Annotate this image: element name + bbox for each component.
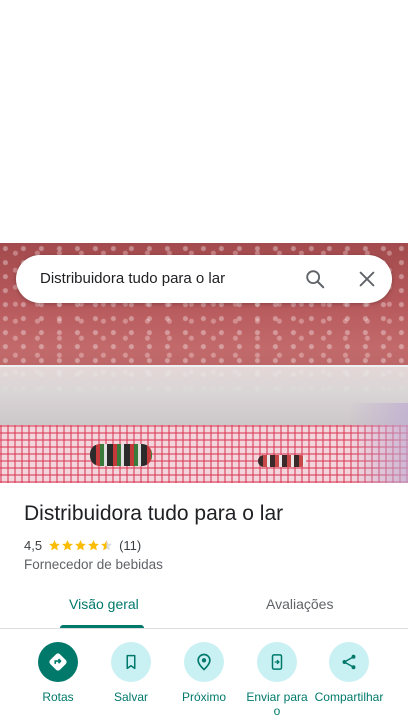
- half-star-icon: [101, 539, 112, 550]
- share-button[interactable]: Compartilhar: [312, 640, 386, 704]
- place-category: Fornecedor de bebidas: [24, 557, 163, 572]
- share-label: Compartilhar: [314, 690, 384, 704]
- place-title: Distribuidora tudo para o lar: [24, 502, 284, 525]
- close-icon[interactable]: [356, 268, 378, 290]
- rating-stars: [48, 539, 113, 552]
- action-bar: Rotas Salvar Próximo Enviar para o Compa…: [0, 640, 408, 726]
- directions-icon: [38, 642, 78, 682]
- directions-button[interactable]: Rotas: [21, 640, 95, 704]
- nearby-icon: [184, 642, 224, 682]
- share-icon: [329, 642, 369, 682]
- send-to-phone-button[interactable]: Enviar para o: [240, 640, 314, 718]
- map-area[interactable]: [0, 0, 408, 243]
- search-bar[interactable]: Distribuidora tudo para o lar: [16, 255, 392, 303]
- tab-overview[interactable]: Visão geral: [69, 596, 139, 612]
- rating-row[interactable]: 4,5 (11): [24, 536, 141, 554]
- nearby-label: Próximo: [181, 690, 226, 704]
- rating-value: 4,5: [24, 537, 43, 553]
- send-to-phone-icon: [257, 642, 297, 682]
- photo-pattern: [90, 444, 152, 466]
- star-icon: [88, 539, 99, 550]
- place-tabs: Visão geral Avaliações: [0, 588, 408, 629]
- nearby-button[interactable]: Próximo: [167, 640, 241, 704]
- review-count[interactable]: (11): [119, 538, 141, 553]
- search-input[interactable]: Distribuidora tudo para o lar: [40, 270, 225, 287]
- save-button[interactable]: Salvar: [94, 640, 168, 704]
- photo-pattern-2: [258, 455, 306, 467]
- tab-selected-indicator: [60, 625, 144, 628]
- photo-tray: [0, 365, 408, 427]
- tab-reviews[interactable]: Avaliações: [266, 596, 333, 612]
- photo-shade: [348, 403, 408, 483]
- save-label: Salvar: [113, 690, 148, 704]
- bookmark-icon: [111, 642, 151, 682]
- photo-cloth: [0, 425, 408, 483]
- directions-label: Rotas: [42, 690, 74, 704]
- search-icon[interactable]: [304, 268, 326, 290]
- star-icon: [62, 539, 73, 550]
- send-to-phone-label: Enviar para o: [246, 690, 308, 718]
- star-icon: [75, 539, 86, 550]
- star-icon: [49, 539, 60, 550]
